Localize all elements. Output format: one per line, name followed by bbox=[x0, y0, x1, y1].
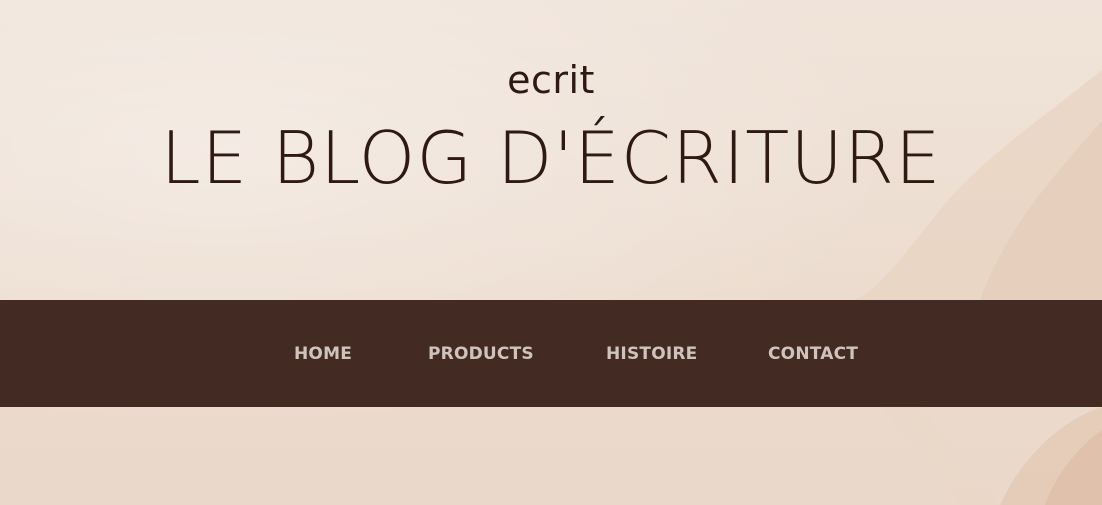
site-title: LE BLOG D'ÉCRITURE bbox=[160, 116, 942, 200]
site-header: ecrit LE BLOG D'ÉCRITURE bbox=[0, 0, 1102, 300]
site-name[interactable]: ecrit bbox=[0, 56, 1102, 104]
nav-item-home[interactable]: HOME bbox=[294, 343, 352, 365]
nav-item-histoire[interactable]: HISTOIRE bbox=[606, 343, 697, 365]
nav-item-contact[interactable]: CONTACT bbox=[768, 343, 858, 365]
main-navigation: HOME PRODUCTS HISTOIRE CONTACT bbox=[0, 300, 1102, 407]
nav-item-products[interactable]: PRODUCTS bbox=[428, 343, 534, 365]
